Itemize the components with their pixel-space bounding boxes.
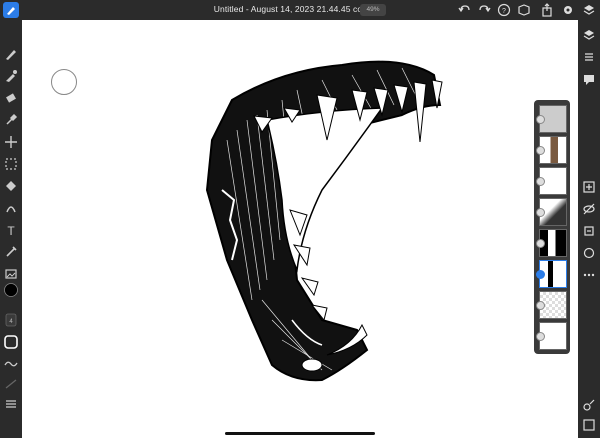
square-icon[interactable] [582, 418, 596, 432]
layer-thumbnail[interactable] [536, 136, 567, 164]
brush-settings-icon[interactable] [3, 396, 19, 412]
visibility-icon[interactable] [536, 177, 545, 186]
fill-icon[interactable] [3, 68, 19, 84]
skull-artwork [205, 60, 443, 382]
redo-icon[interactable] [477, 3, 491, 17]
visibility-icon[interactable] [536, 239, 545, 248]
layer-thumbnail[interactable] [536, 167, 567, 195]
zoom-level[interactable]: 49% [360, 4, 386, 16]
visibility-icon[interactable] [536, 270, 545, 279]
image-icon[interactable] [3, 266, 19, 282]
visibility-icon[interactable] [536, 301, 545, 310]
mask-icon[interactable] [582, 246, 596, 260]
visibility-icon[interactable] [536, 115, 545, 124]
visibility-icon[interactable] [536, 208, 545, 217]
smudge-icon[interactable] [3, 112, 19, 128]
brush-cursor [51, 69, 77, 95]
layer-thumbnail-selected[interactable] [536, 260, 567, 288]
eraser-icon[interactable] [3, 90, 19, 106]
add-layer-icon[interactable] [582, 180, 596, 194]
left-toolbar: T 4 [0, 20, 22, 438]
share-icon[interactable] [540, 3, 554, 17]
color-swatch[interactable] [3, 282, 19, 298]
learn-icon[interactable] [517, 3, 531, 17]
settings-bottom-icon[interactable] [582, 398, 596, 412]
svg-text:?: ? [502, 8, 506, 15]
document-title-text[interactable]: Untitled - August 14, 2023 21.44.45 copy… [214, 4, 377, 14]
layer-thumbnail[interactable] [536, 198, 567, 226]
layer-thumbnail[interactable] [536, 229, 567, 257]
layers-panel [534, 100, 570, 354]
layers-toggle-icon[interactable] [582, 3, 596, 17]
hide-icon[interactable] [582, 202, 596, 216]
liquify-icon[interactable] [3, 200, 19, 216]
undo-icon[interactable] [458, 3, 472, 17]
type-icon[interactable]: T [3, 222, 19, 238]
drawing-canvas[interactable] [22, 20, 578, 438]
adjust-icon[interactable] [582, 50, 596, 64]
visibility-icon[interactable] [536, 332, 545, 341]
layer-thumbnail[interactable] [536, 322, 567, 350]
brush-size-control[interactable]: 4 [3, 312, 19, 328]
merge-icon[interactable] [582, 224, 596, 238]
paint-bucket-icon[interactable] [3, 178, 19, 194]
brush-opacity-control[interactable] [3, 334, 19, 350]
comment-icon[interactable] [582, 72, 596, 86]
visibility-icon[interactable] [536, 146, 545, 155]
svg-text:T: T [7, 224, 15, 238]
pressure-icon[interactable] [3, 376, 19, 392]
help-icon[interactable]: ? [497, 3, 511, 17]
move-icon[interactable] [3, 134, 19, 150]
more-icon[interactable] [582, 268, 596, 282]
layer-thumbnail[interactable] [536, 105, 567, 133]
pixel-brush-icon[interactable] [3, 46, 19, 62]
select-icon[interactable] [3, 156, 19, 172]
gear-icon[interactable] [561, 3, 575, 17]
layer-thumbnail[interactable] [536, 291, 567, 319]
home-indicator [225, 432, 375, 435]
smoothing-icon[interactable] [3, 356, 19, 372]
top-bar: Untitled - August 14, 2023 21.44.45 copy… [0, 0, 600, 20]
right-toolbar [578, 20, 600, 438]
eyedropper-icon[interactable] [3, 244, 19, 260]
layers-icon[interactable] [582, 28, 596, 42]
